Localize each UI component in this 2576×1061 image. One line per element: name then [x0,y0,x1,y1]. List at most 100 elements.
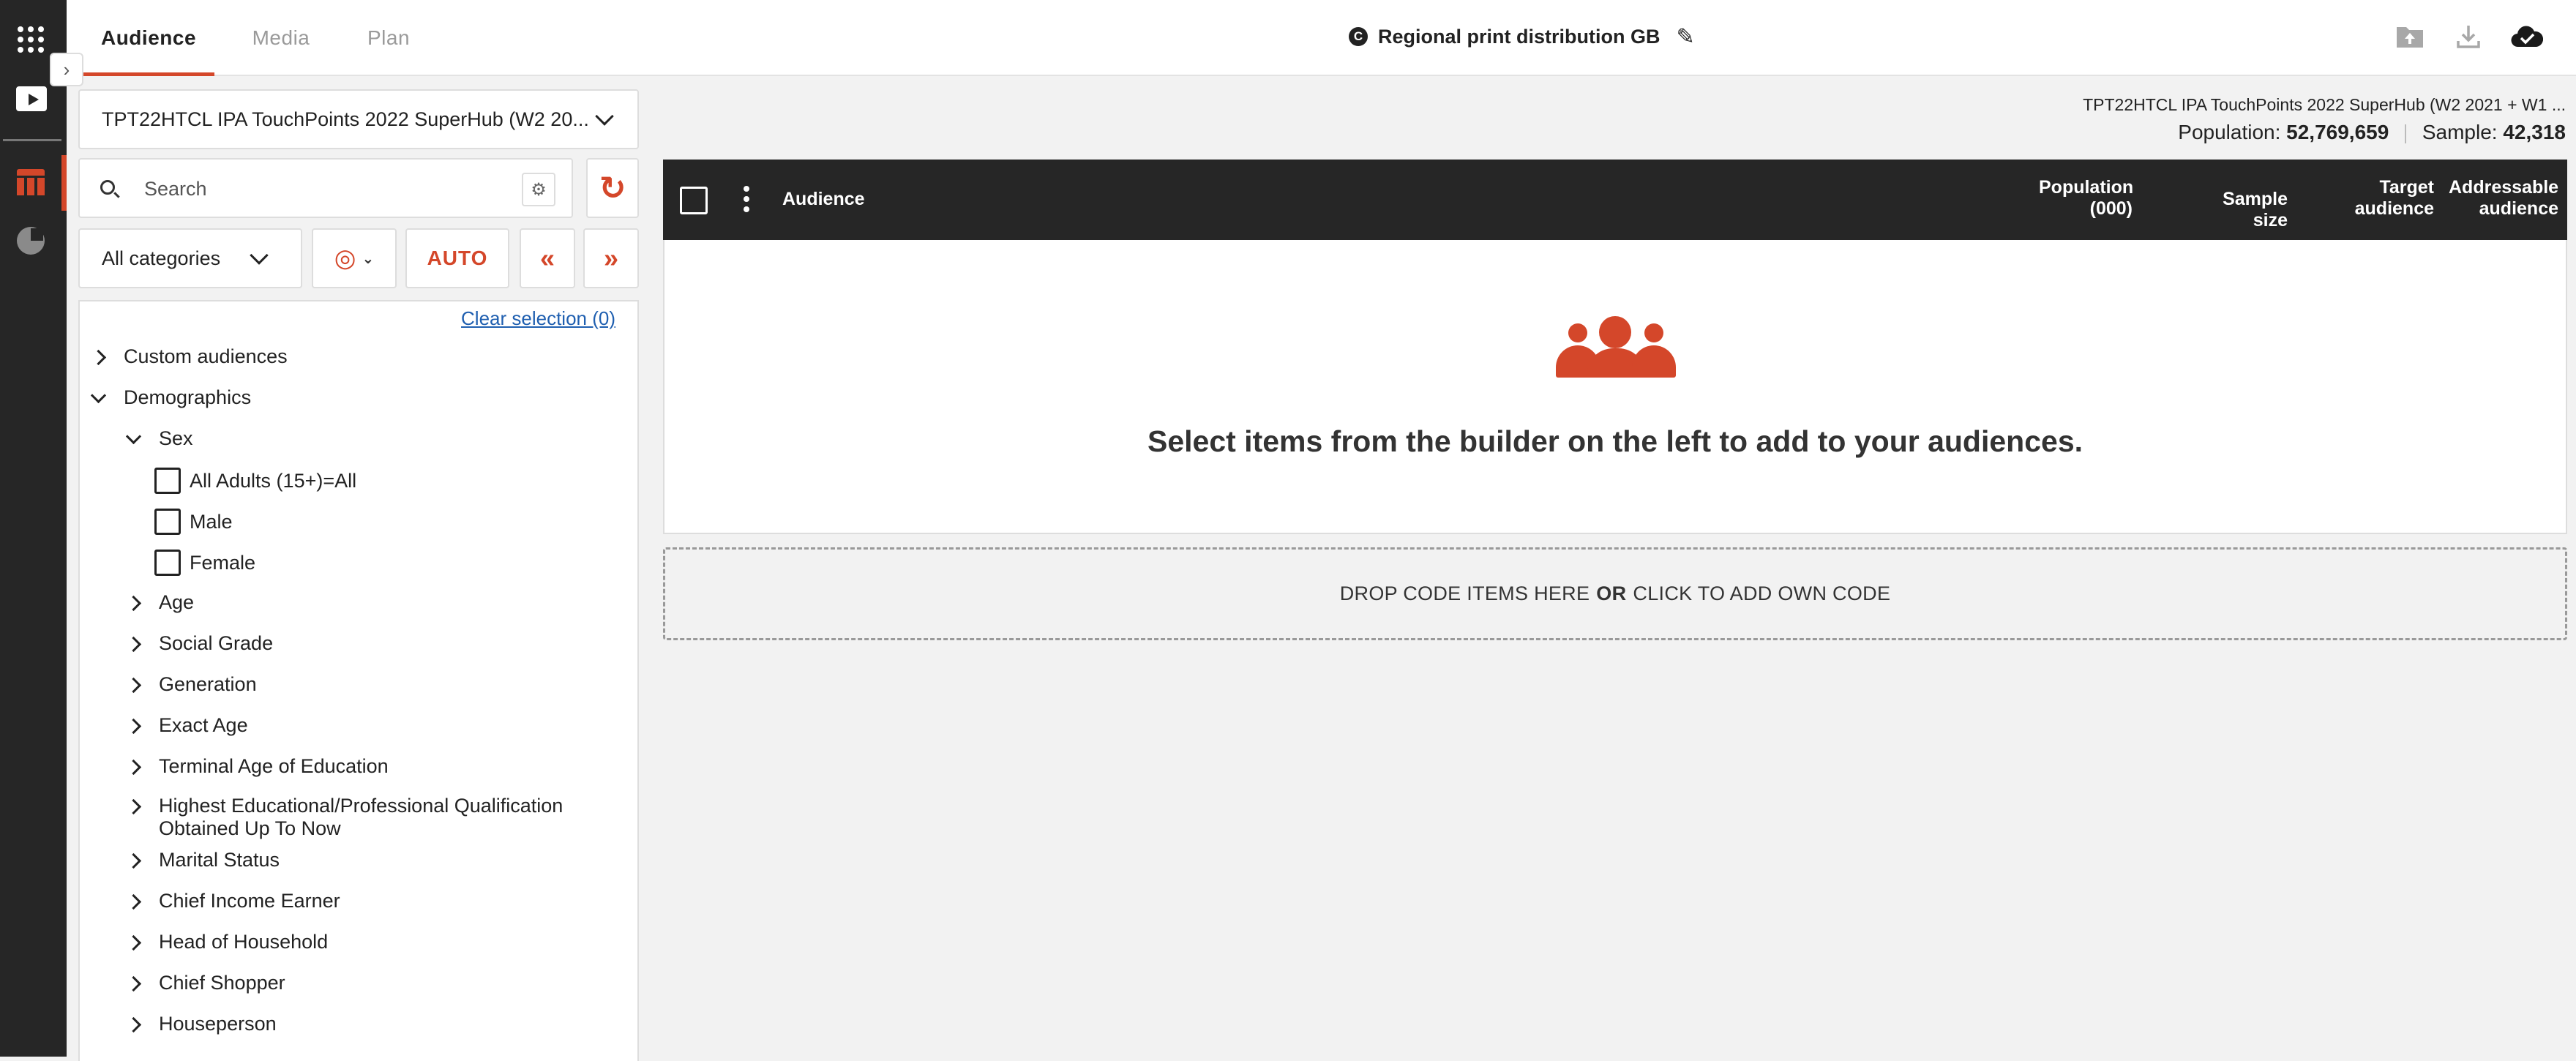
expand-rail-button[interactable]: › [50,53,83,86]
top-bar: Audience Media Plan C Regional print dis… [67,0,2576,76]
search-icon [100,180,115,195]
expand-all-button[interactable]: » [583,228,639,288]
tree-item-label: Head of Household [159,931,329,953]
table-icon[interactable] [17,169,45,195]
tree-item-marital-status[interactable]: Marital Status [125,849,280,871]
chevron-right-icon[interactable] [125,849,146,871]
rail-divider [3,139,61,141]
chevron-right-icon[interactable] [125,972,146,994]
checkbox[interactable] [154,550,181,576]
tree-item-terminal-age-education[interactable]: Terminal Age of Education [125,755,389,778]
edit-title-icon[interactable]: ✎ [1676,24,1694,50]
tree-item-male[interactable]: Male [154,509,233,535]
chevron-right-icon[interactable] [125,714,146,737]
tree-item-head-of-household[interactable]: Head of Household [125,931,328,953]
tree-item-highest-qualification[interactable]: Highest Educational/Professional Qualifi… [125,795,598,840]
tree-item-label: Male [190,511,233,533]
dataset-summary: TPT22HTCL IPA TouchPoints 2022 SuperHub … [2083,95,2566,144]
tab-plan[interactable]: Plan [345,0,433,76]
divider [2405,124,2407,143]
add-own-code-link[interactable]: CLICK TO ADD OWN CODE [1633,582,1890,605]
checkbox[interactable] [154,468,181,494]
collapse-all-button[interactable]: « [520,228,575,288]
cloud-saved-icon[interactable] [2509,19,2545,54]
tree-item-label: Female [190,552,256,574]
tree-item-label: Terminal Age of Education [159,755,389,777]
checkbox[interactable] [154,509,181,535]
tree-item-chief-shopper[interactable]: Chief Shopper [125,972,285,994]
column-header-population[interactable]: Population (000) [2039,177,2133,220]
chevron-right-icon[interactable] [90,345,111,368]
tree-item-exact-age[interactable]: Exact Age [125,714,248,737]
tab-media[interactable]: Media [226,0,336,76]
tree-item-sex[interactable]: Sex [125,427,193,450]
tree-item-houseperson[interactable]: Houseperson [125,1013,277,1035]
tree-item-custom-audiences[interactable]: Custom audiences [90,345,288,368]
tree-item-chief-income-earner[interactable]: Chief Income Earner [125,890,340,912]
tree-item-female[interactable]: Female [154,550,256,576]
upload-folder-icon[interactable] [2392,19,2427,54]
column-header-audience[interactable]: Audience [782,189,865,210]
category-select-label: All categories [102,247,221,269]
tree-item-generation[interactable]: Generation [125,673,257,696]
chevron-down-icon[interactable] [125,427,146,450]
more-vert-icon[interactable] [744,186,749,217]
tree-item-all-adults[interactable]: All Adults (15+)=All [154,468,357,494]
audience-empty-state: Select items from the builder on the lef… [663,240,2567,534]
tree-item-age[interactable]: Age [125,591,194,614]
sample-label: Sample: [2422,121,2498,143]
chevron-right-icon[interactable] [125,931,146,953]
auto-button[interactable]: AUTO [405,228,509,288]
document-title[interactable]: Regional print distribution GB [1378,26,1660,48]
pie-chart-icon[interactable] [17,227,45,255]
tree-item-label: Generation [159,673,257,695]
tree-item-label: Sex [159,427,193,449]
chevron-down-icon[interactable] [90,386,111,409]
tree-item-label: Chief Shopper [159,972,285,994]
drop-zone-text: DROP CODE ITEMS HERE [1339,582,1590,604]
tree-item-social-grade[interactable]: Social Grade [125,632,273,655]
tab-audience[interactable]: Audience [83,0,214,76]
chevron-down-icon [250,246,269,265]
tree-item-label: Social Grade [159,632,274,654]
apps-grid-icon[interactable] [18,26,44,53]
chevron-right-icon[interactable] [125,673,146,696]
category-select[interactable]: All categories [78,228,302,288]
document-title-group: C Regional print distribution GB ✎ [1349,22,1695,51]
chevron-right-icon[interactable] [125,632,146,655]
filter-settings-icon[interactable]: ⚙ [522,173,555,206]
tree-item-label: Custom audiences [124,345,288,367]
empty-state-message: Select items from the builder on the lef… [1147,424,2083,458]
select-all-checkbox[interactable] [680,187,708,214]
chevron-right-icon[interactable] [125,755,146,778]
document-type-badge: C [1349,27,1368,46]
category-tree: Clear selection (0) Custom audiences Dem… [78,300,639,1061]
chevron-right-icon[interactable] [125,890,146,912]
column-header-sample-size[interactable]: Sample size [2185,189,2288,231]
dataset-select[interactable]: TPT22HTCL IPA TouchPoints 2022 SuperHub … [78,89,639,149]
venn-icon: ◎ [334,244,356,272]
refresh-button[interactable]: ↻ [586,158,639,218]
column-header-addressable-audience[interactable]: Addressable audience [2449,177,2558,220]
tree-item-demographics[interactable]: Demographics [90,386,251,409]
tree-item-label: All Adults (15+)=All [190,470,357,492]
tree-item-label: Chief Income Earner [159,890,340,912]
chevron-right-icon[interactable] [125,1013,146,1035]
tree-item-label: Exact Age [159,714,248,736]
play-video-icon[interactable] [16,86,47,111]
column-header-target-audience[interactable]: Target audience [2339,177,2434,220]
sample-value: 42,318 [2503,121,2566,143]
search-input[interactable] [144,173,510,205]
chevron-right-icon[interactable] [125,795,146,817]
tree-item-label: Demographics [124,386,252,408]
download-icon[interactable] [2451,19,2486,54]
population-label: Population: [2178,121,2281,143]
drop-code-zone[interactable]: DROP CODE ITEMS HERE OR CLICK TO ADD OWN… [663,547,2567,640]
tree-item-label: Houseperson [159,1013,277,1035]
clear-selection-link[interactable]: Clear selection (0) [461,307,615,330]
tree-item-label: Age [159,591,195,613]
chevron-right-icon[interactable] [125,591,146,614]
venn-operator-button[interactable]: ◎ ⌄ [312,228,397,288]
dataset-full-name: TPT22HTCL IPA TouchPoints 2022 SuperHub … [2083,95,2566,114]
audience-grid-header: Audience Population (000) Sample size Ta… [663,160,2567,240]
